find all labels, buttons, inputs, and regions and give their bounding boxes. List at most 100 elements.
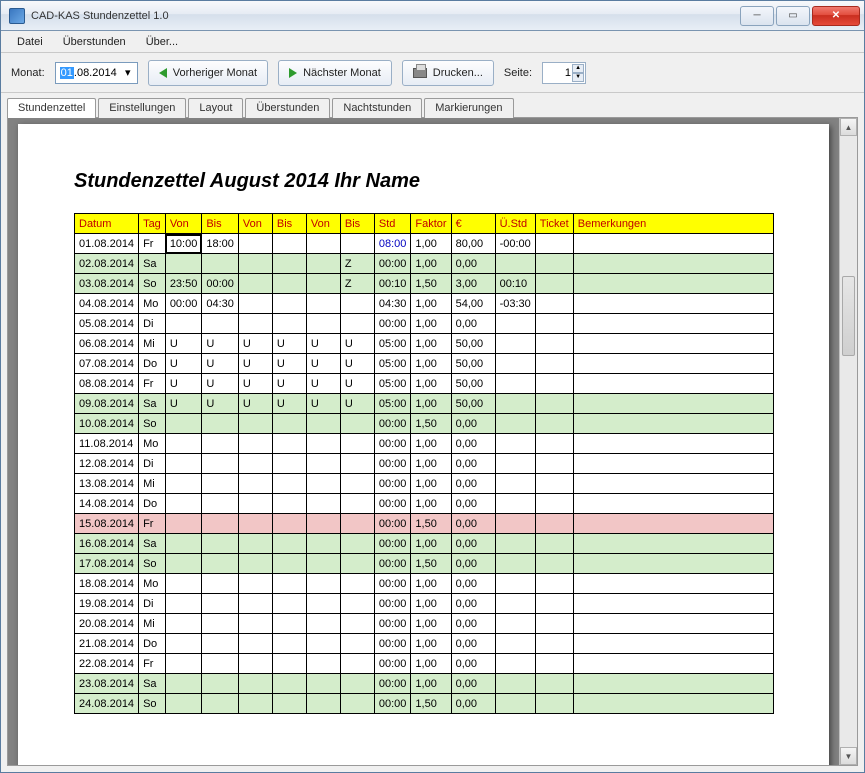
cell[interactable] <box>306 574 340 594</box>
col-header[interactable]: € <box>451 214 495 234</box>
cell[interactable]: 50,00 <box>451 374 495 394</box>
next-month-button[interactable]: Nächster Monat <box>278 60 392 86</box>
cell[interactable]: 1,50 <box>411 554 451 574</box>
cell[interactable] <box>535 454 573 474</box>
spin-down-icon[interactable]: ▼ <box>572 73 584 82</box>
cell[interactable] <box>165 494 202 514</box>
close-button[interactable]: ✕ <box>812 6 860 26</box>
cell[interactable] <box>573 654 773 674</box>
cell[interactable]: 17.08.2014 <box>75 554 139 574</box>
cell[interactable] <box>238 594 272 614</box>
cell[interactable] <box>306 494 340 514</box>
cell[interactable]: 13.08.2014 <box>75 474 139 494</box>
cell[interactable]: 04:30 <box>374 294 411 314</box>
menu-datei[interactable]: Datei <box>7 34 53 50</box>
cell[interactable]: 10:00 <box>165 234 202 254</box>
cell[interactable] <box>535 494 573 514</box>
cell[interactable]: 07.08.2014 <box>75 354 139 374</box>
col-header[interactable]: Faktor <box>411 214 451 234</box>
cell[interactable] <box>340 554 374 574</box>
cell[interactable] <box>306 634 340 654</box>
date-day-selected[interactable]: 01 <box>60 67 74 79</box>
cell[interactable] <box>306 274 340 294</box>
cell[interactable] <box>272 554 306 574</box>
cell[interactable] <box>306 254 340 274</box>
cell[interactable]: 0,00 <box>451 454 495 474</box>
cell[interactable] <box>202 254 239 274</box>
cell[interactable] <box>238 634 272 654</box>
tab-markierungen[interactable]: Markierungen <box>424 98 513 118</box>
cell[interactable] <box>495 354 535 374</box>
cell[interactable]: U <box>165 334 202 354</box>
col-header[interactable]: Ticket <box>535 214 573 234</box>
cell[interactable] <box>340 234 374 254</box>
cell[interactable]: 0,00 <box>451 634 495 654</box>
cell[interactable] <box>340 494 374 514</box>
cell[interactable]: 18:00 <box>202 234 239 254</box>
cell[interactable]: 1,50 <box>411 694 451 714</box>
cell[interactable]: 50,00 <box>451 394 495 414</box>
cell[interactable] <box>238 454 272 474</box>
cell[interactable]: 1,00 <box>411 574 451 594</box>
cell[interactable]: 0,00 <box>451 574 495 594</box>
cell[interactable]: 1,00 <box>411 534 451 554</box>
cell[interactable]: So <box>139 414 166 434</box>
cell[interactable] <box>535 674 573 694</box>
cell[interactable] <box>495 374 535 394</box>
cell[interactable] <box>165 454 202 474</box>
cell[interactable]: 50,00 <box>451 354 495 374</box>
cell[interactable]: Fr <box>139 514 166 534</box>
cell[interactable]: U <box>202 334 239 354</box>
cell[interactable] <box>165 474 202 494</box>
cell[interactable] <box>202 474 239 494</box>
cell[interactable] <box>238 414 272 434</box>
cell[interactable] <box>573 614 773 634</box>
cell[interactable]: 00:00 <box>374 594 411 614</box>
cell[interactable]: 1,50 <box>411 414 451 434</box>
menu-ueber[interactable]: Über... <box>136 34 188 50</box>
cell[interactable] <box>272 594 306 614</box>
cell[interactable]: So <box>139 694 166 714</box>
cell[interactable]: 54,00 <box>451 294 495 314</box>
cell[interactable] <box>272 674 306 694</box>
print-button[interactable]: Drucken... <box>402 60 494 86</box>
cell[interactable] <box>573 394 773 414</box>
cell[interactable] <box>272 514 306 534</box>
cell[interactable] <box>238 294 272 314</box>
cell[interactable] <box>495 334 535 354</box>
vertical-scrollbar[interactable]: ▲ ▼ <box>839 118 857 765</box>
cell[interactable] <box>535 394 573 414</box>
cell[interactable]: 00:00 <box>374 474 411 494</box>
cell[interactable]: Di <box>139 314 166 334</box>
cell[interactable]: Mi <box>139 334 166 354</box>
tab-nachtstunden[interactable]: Nachtstunden <box>332 98 422 118</box>
cell[interactable] <box>535 434 573 454</box>
cell[interactable] <box>306 234 340 254</box>
cell[interactable] <box>573 534 773 554</box>
cell[interactable] <box>495 554 535 574</box>
cell[interactable]: 0,00 <box>451 314 495 334</box>
col-header[interactable]: Ü.Std <box>495 214 535 234</box>
cell[interactable] <box>238 554 272 574</box>
cell[interactable] <box>165 594 202 614</box>
col-header[interactable]: Std <box>374 214 411 234</box>
cell[interactable] <box>573 594 773 614</box>
cell[interactable] <box>202 534 239 554</box>
cell[interactable] <box>535 314 573 334</box>
cell[interactable]: 00:00 <box>374 574 411 594</box>
cell[interactable]: 00:00 <box>165 294 202 314</box>
cell[interactable] <box>306 514 340 534</box>
cell[interactable]: U <box>306 354 340 374</box>
cell[interactable] <box>165 674 202 694</box>
cell[interactable] <box>340 454 374 474</box>
cell[interactable] <box>495 514 535 534</box>
cell[interactable] <box>165 654 202 674</box>
cell[interactable] <box>165 414 202 434</box>
cell[interactable]: 1,00 <box>411 674 451 694</box>
cell[interactable]: 04:30 <box>202 294 239 314</box>
cell[interactable] <box>165 554 202 574</box>
cell[interactable] <box>495 574 535 594</box>
cell[interactable]: U <box>238 354 272 374</box>
cell[interactable]: Di <box>139 454 166 474</box>
cell[interactable]: 1,00 <box>411 654 451 674</box>
